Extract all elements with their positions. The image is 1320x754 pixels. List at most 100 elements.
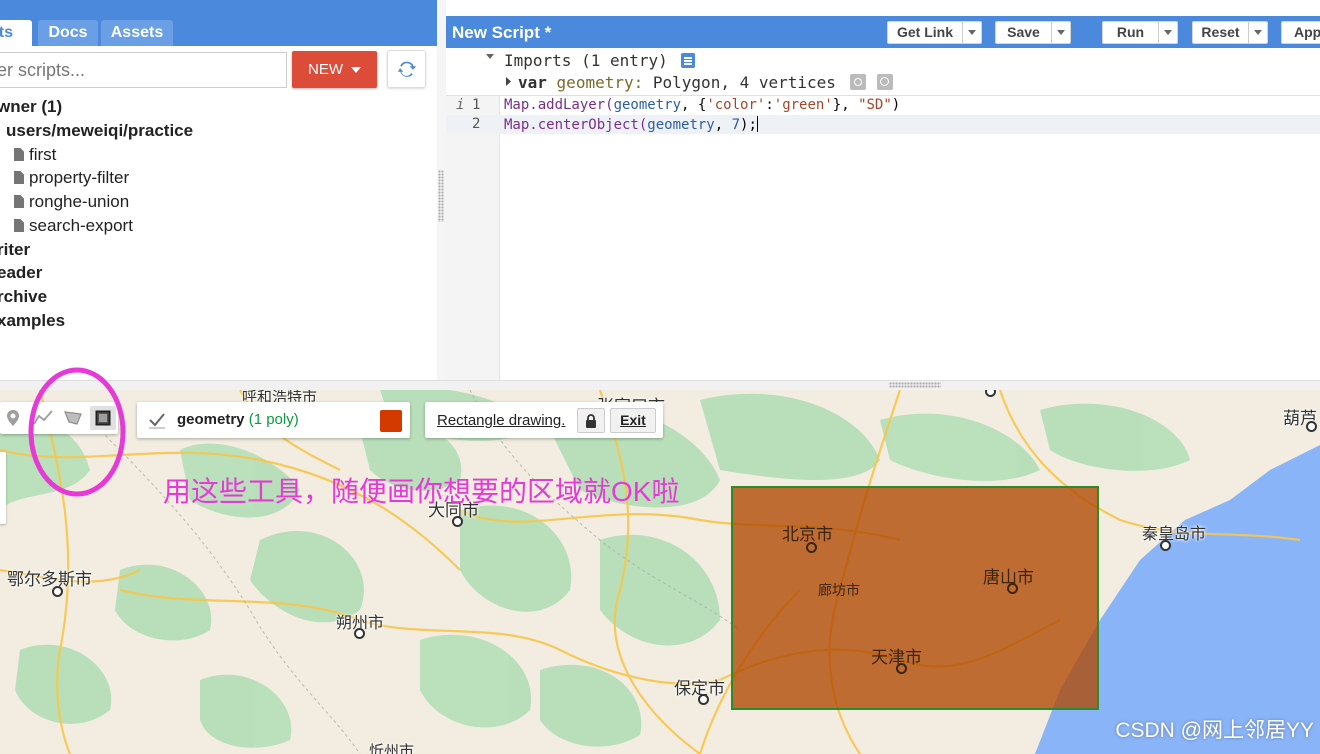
lock-button[interactable] <box>577 408 605 433</box>
tree-group-owner[interactable]: wner (1) <box>0 95 62 119</box>
code-token: geometry <box>647 117 715 133</box>
tree-repo-label: users/meweiqi/practice <box>6 121 194 140</box>
import-var-description: Polygon, 4 vertices <box>652 73 836 92</box>
get-link-label: Get Link <box>896 24 953 40</box>
tree-file-search-export[interactable]: search-export <box>14 214 133 238</box>
apps-button[interactable]: Apps <box>1281 21 1320 44</box>
line-number-gutter <box>446 96 500 380</box>
layer-visibility-checkbox[interactable] <box>147 410 167 430</box>
drawing-mode-label: Rectangle drawing. <box>437 412 565 429</box>
code-token: Map.addLayer( <box>504 97 614 113</box>
tree-group-label: eader <box>0 263 43 282</box>
city-dot <box>452 516 463 527</box>
tab-docs[interactable]: Docs <box>38 20 98 46</box>
city-label-xinzhou: 忻州市 <box>369 743 415 754</box>
layer-color-swatch[interactable] <box>380 410 402 432</box>
watermark: CSDN @网上邻居YY <box>1115 719 1314 742</box>
dropdown-arrow-icon[interactable] <box>1248 22 1267 43</box>
file-icon <box>14 171 24 184</box>
point-tool-button[interactable] <box>0 406 26 430</box>
import-var-name[interactable]: geometry: <box>557 73 644 92</box>
file-icon <box>14 219 24 232</box>
vertical-splitter-grip[interactable] <box>438 170 444 222</box>
tab-scripts[interactable]: pts <box>0 20 32 46</box>
imports-section: Imports (1 entry) var geometry: Polygon,… <box>446 48 1320 96</box>
tree-repo-practice[interactable]: users/meweiqi/practice <box>6 119 193 143</box>
tree-group-writer[interactable]: riter <box>0 238 30 262</box>
map-pin-icon <box>7 410 19 426</box>
imports-header-label: Imports (1 entry) <box>504 51 668 70</box>
tree-group-examples[interactable]: xamples <box>0 309 65 333</box>
tree-group-reader[interactable]: eader <box>0 261 42 285</box>
tree-file-first[interactable]: first <box>14 143 56 167</box>
imports-info-icon[interactable] <box>681 53 696 68</box>
line-number: 2 <box>472 116 481 132</box>
city-dot <box>698 694 709 705</box>
get-link-button[interactable]: Get Link <box>887 21 982 44</box>
gear-icon[interactable] <box>849 74 866 90</box>
run-button[interactable]: Run <box>1102 21 1178 44</box>
dropdown-arrow-icon[interactable] <box>1158 22 1177 43</box>
geometry-layer-panel: geometry (1 poly) <box>137 402 410 438</box>
code-line-1[interactable]: Map.addLayer(geometry, {'color':'green'}… <box>504 97 900 113</box>
var-keyword: var <box>518 73 547 92</box>
file-icon <box>14 195 24 208</box>
editor-toolbar: New Script * Get Link Save Run Reset App… <box>446 16 1320 48</box>
tree-file-label: ronghe-union <box>29 192 130 211</box>
refresh-button[interactable] <box>387 50 426 88</box>
tab-assets[interactable]: Assets <box>101 20 173 46</box>
save-button[interactable]: Save <box>995 21 1071 44</box>
lock-icon <box>586 413 596 428</box>
dropdown-arrow-icon[interactable] <box>962 22 981 43</box>
tree-file-ronghe-union[interactable]: ronghe-union <box>14 190 129 214</box>
exit-label: Exit <box>620 412 646 428</box>
tree-file-label: property-filter <box>29 168 130 187</box>
code-token: "SD" <box>858 97 892 113</box>
script-title: New Script * <box>452 23 552 42</box>
tree-group-label: riter <box>0 240 31 259</box>
reset-button[interactable]: Reset <box>1192 21 1268 44</box>
drawing-mode-panel: Rectangle drawing. Exit <box>425 402 663 438</box>
mode-label-text: Rectangle drawing. <box>437 412 566 429</box>
info-icon[interactable]: i <box>456 97 464 113</box>
tree-group-label: wner (1) <box>0 97 63 116</box>
city-dot <box>354 628 365 639</box>
city-dot <box>52 586 63 597</box>
line-number: 1 <box>472 97 481 113</box>
horizontal-splitter-grip[interactable] <box>889 382 941 388</box>
tree-group-archive[interactable]: rchive <box>0 285 47 309</box>
refresh-icon <box>397 61 416 77</box>
map-canvas[interactable]: 呼和浩特市 张家口市 葫芦 大同市 秦皇岛市 鄂尔多斯市 朔州市 保定市 忻州市… <box>0 390 1320 754</box>
code-line-2[interactable]: Map.centerObject(geometry, 7); <box>504 116 758 133</box>
save-label: Save <box>1007 24 1040 40</box>
map-tiles <box>0 390 1320 754</box>
exit-button[interactable]: Exit <box>610 408 656 433</box>
tree-group-label: rchive <box>0 287 48 306</box>
filter-scripts-input[interactable] <box>0 53 286 87</box>
code-token: ); <box>740 117 757 133</box>
expand-triangle-icon[interactable] <box>506 77 512 86</box>
zoom-control[interactable] <box>0 452 6 524</box>
layer-title: geometry <box>177 411 245 428</box>
layer-count: (1 poly) <box>248 411 299 428</box>
code-token: ) <box>891 97 901 113</box>
dropdown-arrow-icon[interactable] <box>1051 22 1070 43</box>
layer-name[interactable]: geometry (1 poly) <box>177 411 299 428</box>
annotation-ellipse <box>28 367 126 497</box>
imports-header[interactable]: Imports (1 entry) <box>504 51 696 70</box>
script-manager-panel: pts Docs Assets NEW wner (1) users/mewei… <box>0 0 438 380</box>
search-box <box>0 52 287 88</box>
tree-file-label: search-export <box>29 216 133 235</box>
city-dot <box>1007 583 1018 594</box>
left-panel-header: pts Docs Assets <box>0 0 437 46</box>
new-button-label: NEW <box>308 61 343 78</box>
city-label-beijing: 北京市 <box>782 525 833 544</box>
apps-label: Apps <box>1294 24 1320 40</box>
reset-label: Reset <box>1201 24 1240 40</box>
city-dot <box>806 542 817 553</box>
target-icon[interactable] <box>877 74 894 90</box>
new-button[interactable]: NEW <box>292 51 377 88</box>
tree-file-property-filter[interactable]: property-filter <box>14 166 129 190</box>
collapse-triangle-icon[interactable] <box>486 54 494 60</box>
import-geometry-row[interactable]: var geometry: Polygon, 4 vertices <box>518 73 894 92</box>
